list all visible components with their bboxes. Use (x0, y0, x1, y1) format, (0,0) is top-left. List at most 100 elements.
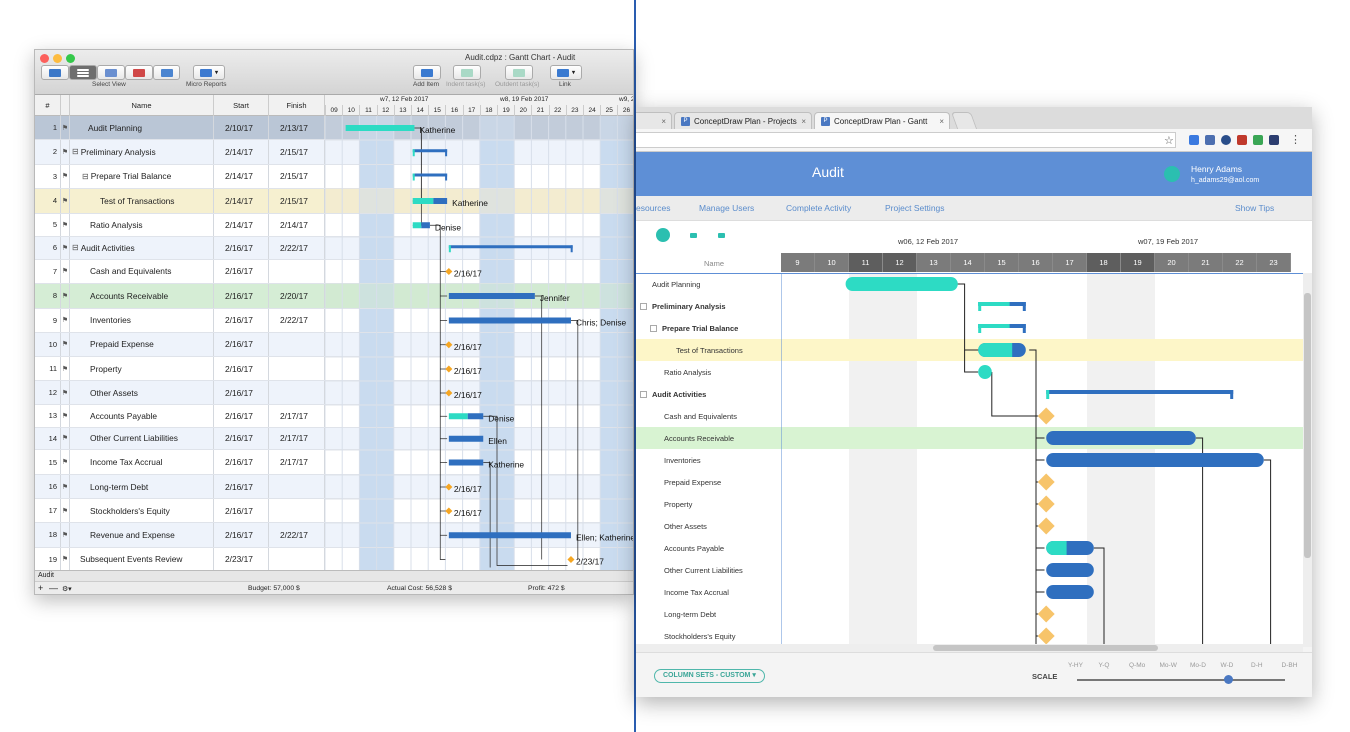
task-finish[interactable]: 2/14/17 (269, 213, 325, 236)
task-row[interactable]: Cash and Equivalents (636, 405, 781, 427)
task-name[interactable]: Property (70, 357, 214, 380)
collapse-toggle-icon[interactable] (640, 302, 647, 310)
bookmark-star-icon[interactable]: ☆ (1164, 134, 1174, 147)
user-avatar-icon[interactable] (1164, 166, 1180, 182)
task-start[interactable]: 2/16/17 (214, 475, 269, 498)
add-row-icon[interactable]: + (38, 583, 43, 593)
task-row[interactable]: Income Tax Accrual (636, 581, 781, 603)
task-finish[interactable]: 2/15/17 (269, 140, 325, 164)
task-name[interactable]: Revenue and Expense (70, 523, 214, 547)
task-name[interactable]: ⊟ Preliminary Analysis (70, 140, 214, 164)
task-start[interactable]: 2/16/17 (214, 237, 269, 259)
task-row[interactable]: Accounts Payable (636, 537, 781, 559)
browser-tab-gantt[interactable]: PConceptDraw Plan - Gantt - Au× (814, 112, 950, 129)
col-num-header[interactable]: # (35, 95, 61, 116)
scale-option[interactable]: Mo-D (1190, 662, 1206, 669)
detail-view-icon[interactable] (718, 233, 725, 238)
show-tips-link[interactable]: Show Tips (1235, 203, 1274, 213)
task-start[interactable]: 2/14/17 (214, 213, 269, 236)
extension-icon[interactable] (1253, 135, 1263, 145)
user-name[interactable]: Henry Adams (1191, 164, 1242, 174)
col-name-header[interactable]: Name (70, 95, 214, 116)
task-finish[interactable] (269, 381, 325, 404)
task-name[interactable]: Inventories (70, 308, 214, 332)
view-resources-button[interactable] (97, 65, 125, 80)
nav-resources[interactable]: esources (636, 203, 671, 213)
task-start[interactable]: 2/16/17 (214, 357, 269, 380)
close-tab-icon[interactable]: × (939, 117, 944, 126)
task-row[interactable]: Prepaid Expense (636, 471, 781, 493)
browser-tab-previous[interactable]: × (636, 112, 672, 129)
task-start[interactable]: 2/16/17 (214, 259, 269, 283)
col-start-header[interactable]: Start (214, 95, 269, 116)
task-finish[interactable] (269, 499, 325, 522)
micro-reports-button[interactable]: ▾ (193, 65, 225, 80)
scale-option[interactable]: Y-Q (1099, 662, 1110, 669)
link-button[interactable]: ▾ (550, 65, 582, 80)
indent-button[interactable] (453, 65, 481, 80)
close-window-button[interactable] (40, 54, 49, 63)
extension-icon[interactable] (1237, 135, 1247, 145)
nav-manage-users[interactable]: Manage Users (699, 203, 754, 213)
browser-tab-projects[interactable]: P ConceptDraw Plan - Projects × (674, 112, 812, 129)
column-sets-dropdown[interactable]: COLUMN SETS - CUSTOM ▾ (654, 669, 765, 683)
task-start[interactable]: 2/16/17 (214, 499, 269, 522)
view-toggle-icon[interactable] (656, 228, 670, 242)
collapse-toggle-icon[interactable]: ⊟ (82, 172, 89, 181)
nav-complete-activity[interactable]: Complete Activity (786, 203, 851, 213)
scale-option[interactable]: D-BH (1282, 662, 1298, 669)
task-name[interactable]: Long-term Debt (70, 475, 214, 498)
collapse-toggle-icon[interactable] (650, 324, 657, 332)
task-name[interactable]: Accounts Payable (70, 405, 214, 427)
task-name[interactable]: ⊟ Audit Activities (70, 237, 214, 259)
vertical-scrollbar[interactable] (1303, 273, 1312, 647)
task-name[interactable]: Ratio Analysis (70, 213, 214, 236)
task-row[interactable]: Other Assets (636, 515, 781, 537)
task-finish[interactable] (269, 259, 325, 283)
task-row[interactable]: Property (636, 493, 781, 515)
extension-icon[interactable] (1205, 135, 1215, 145)
task-name[interactable]: Subsequent Events Review (70, 547, 214, 571)
task-name[interactable]: Other Current Liabilities (70, 427, 214, 449)
view-calendar-button[interactable] (153, 65, 180, 80)
minimize-window-button[interactable] (53, 54, 62, 63)
scale-option[interactable]: Q-Mo (1129, 662, 1145, 669)
task-finish[interactable] (269, 357, 325, 380)
task-row[interactable]: Inventories (636, 449, 781, 471)
task-finish[interactable]: 2/17/17 (269, 427, 325, 449)
task-start[interactable]: 2/16/17 (214, 283, 269, 308)
gear-menu-icon[interactable]: ⚙▾ (62, 585, 72, 593)
horizontal-scrollbar[interactable] (636, 644, 1303, 652)
task-name[interactable]: Stockholders's Equity (70, 499, 214, 522)
close-tab-icon[interactable]: × (661, 117, 666, 126)
task-row[interactable]: Prepare Trial Balance (636, 317, 781, 339)
task-start[interactable]: 2/16/17 (214, 332, 269, 356)
remove-row-icon[interactable]: — (49, 583, 58, 593)
task-row[interactable]: Audit Planning (636, 273, 781, 295)
browser-menu-icon[interactable]: ⋮ (1290, 133, 1301, 146)
zoom-window-button[interactable] (66, 54, 75, 63)
collapse-toggle-icon[interactable]: ⊟ (72, 147, 79, 156)
task-start[interactable]: 2/14/17 (214, 188, 269, 213)
task-start[interactable]: 2/16/17 (214, 308, 269, 332)
scale-option[interactable]: W-D (1221, 662, 1234, 669)
address-bar[interactable] (636, 132, 1176, 148)
task-row[interactable]: Ratio Analysis (636, 361, 781, 383)
extension-icon[interactable] (1269, 135, 1279, 145)
task-row[interactable]: Long-term Debt (636, 603, 781, 625)
view-gantt-button[interactable] (69, 65, 97, 80)
task-finish[interactable] (269, 475, 325, 498)
task-finish[interactable]: 2/22/17 (269, 308, 325, 332)
task-start[interactable]: 2/16/17 (214, 427, 269, 449)
task-name[interactable]: Cash and Equivalents (70, 259, 214, 283)
task-start[interactable]: 2/16/17 (214, 381, 269, 404)
outdent-button[interactable] (505, 65, 533, 80)
task-start[interactable]: 2/16/17 (214, 523, 269, 547)
task-finish[interactable]: 2/13/17 (269, 116, 325, 139)
scale-slider-track[interactable] (1077, 679, 1285, 681)
task-finish[interactable] (269, 547, 325, 571)
task-row[interactable]: Other Current Liabilities (636, 559, 781, 581)
task-start[interactable]: 2/14/17 (214, 164, 269, 188)
new-tab-button[interactable] (950, 112, 978, 129)
compact-view-icon[interactable] (690, 233, 697, 238)
